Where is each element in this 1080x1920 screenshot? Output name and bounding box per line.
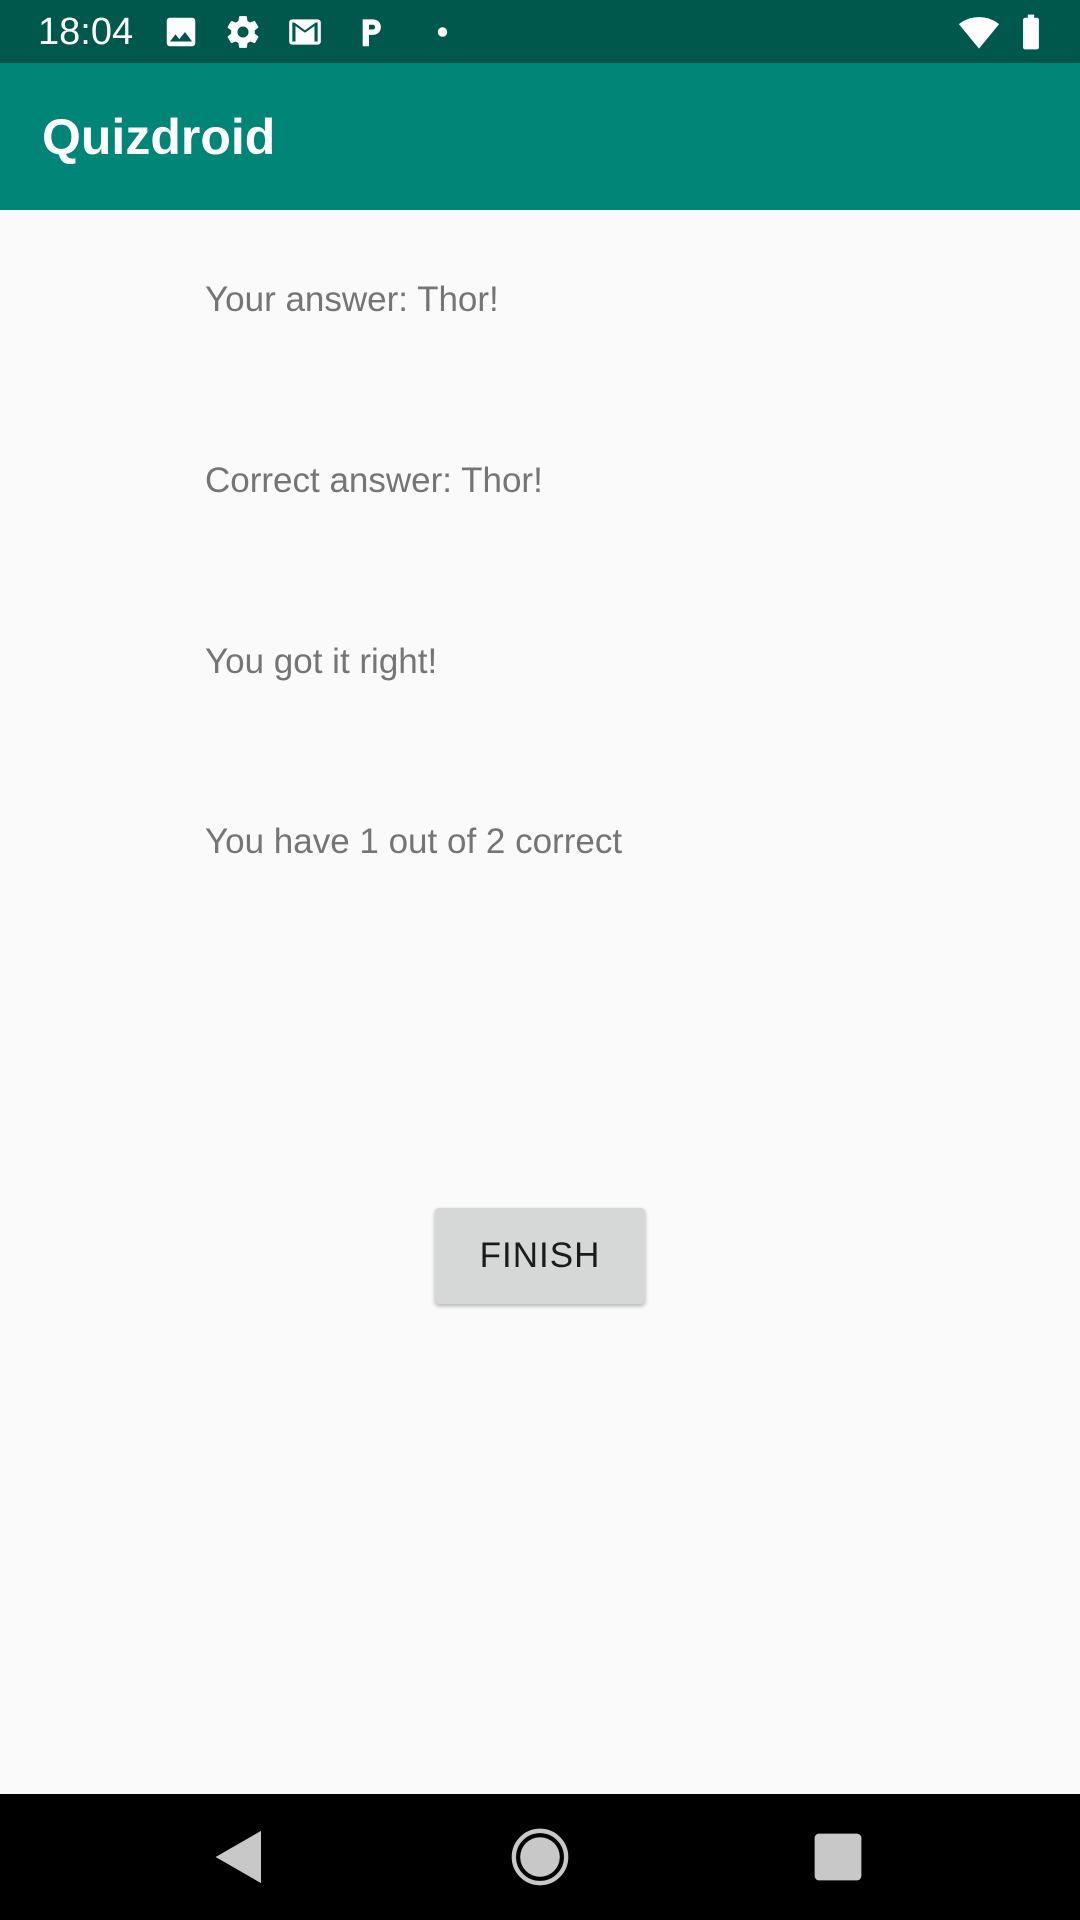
status-time: 18:04	[38, 11, 134, 53]
wifi-icon	[958, 17, 1000, 49]
finish-button[interactable]: FINISH	[435, 1208, 645, 1304]
result-content: Your answer: Thor! Correct answer: Thor!…	[0, 210, 1080, 1794]
image-icon	[166, 17, 196, 47]
status-bar: 18:04	[0, 0, 1080, 63]
dot-icon	[437, 27, 448, 37]
back-icon[interactable]	[206, 1824, 272, 1890]
settings-gear-icon	[227, 16, 259, 48]
parking-p-icon	[362, 19, 381, 47]
navigation-bar	[0, 1794, 1080, 1920]
app-title: Quizdroid	[42, 109, 276, 165]
gmail-icon	[289, 19, 321, 45]
score-text: You have 1 out of 2 correct	[205, 822, 623, 861]
battery-icon	[1023, 14, 1039, 50]
correct-answer-text: Correct answer: Thor!	[205, 461, 543, 500]
your-answer-text: Your answer: Thor!	[205, 280, 499, 319]
screen: 18:04 Quizdroid Your answer: Thor! Corre…	[0, 0, 1080, 1920]
result-verdict-text: You got it right!	[205, 642, 438, 681]
home-icon[interactable]	[507, 1824, 573, 1890]
recents-icon[interactable]	[805, 1824, 871, 1890]
app-bar: Quizdroid	[0, 63, 1080, 210]
